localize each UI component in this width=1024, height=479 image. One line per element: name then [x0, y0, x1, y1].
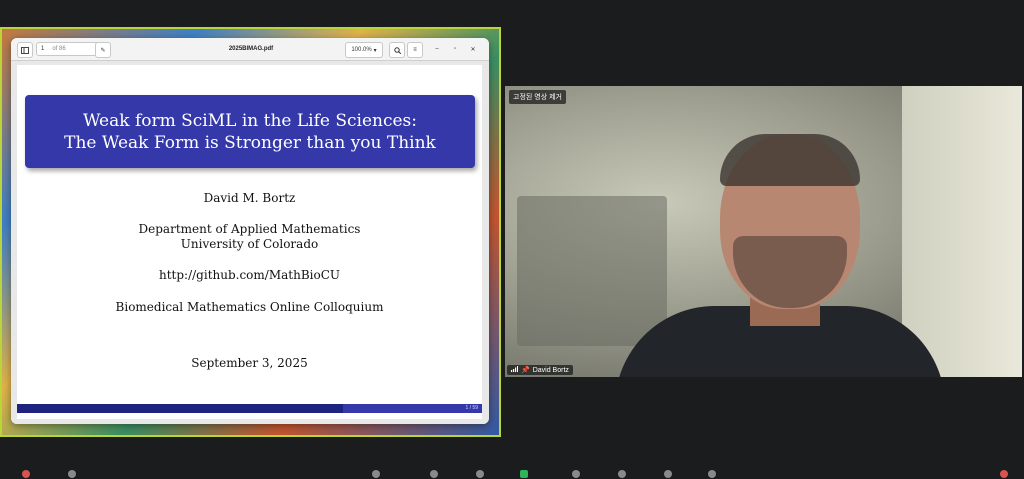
annotate-pen-icon[interactable]: ✎ — [95, 42, 111, 58]
more-icon[interactable] — [708, 470, 716, 478]
ai-companion-icon[interactable] — [572, 470, 580, 478]
apps-icon[interactable] — [618, 470, 626, 478]
participant-video[interactable]: 고정된 영상 제거 📌 David Bortz — [505, 86, 1022, 377]
remove-pin-button[interactable]: 고정된 영상 제거 — [509, 90, 566, 104]
minimize-button[interactable]: – — [431, 42, 443, 56]
document-canvas[interactable]: Weak form SciML in the Life Sciences: Th… — [11, 61, 489, 424]
slide-footer: 1 / 59 — [17, 404, 482, 413]
slide-title-box: Weak form SciML in the Life Sciences: Th… — [25, 95, 475, 168]
person-hair — [720, 134, 860, 186]
search-icon[interactable] — [389, 42, 405, 58]
footer-progress-bar — [17, 404, 343, 413]
hamburger-menu-icon[interactable]: ≡ — [407, 42, 423, 58]
close-button[interactable]: ✕ — [467, 42, 479, 56]
slide-title-line2: The Weak Form is Stronger than you Think — [64, 132, 436, 153]
page-total: of 86 — [52, 46, 66, 52]
zoom-select[interactable]: 100.0% ▾ — [345, 42, 383, 58]
pdf-toolbar: 1 of 86 ✎ 2025BIMAG.pdf 100.0% ▾ ≡ – ▫ ✕ — [11, 38, 489, 61]
zoom-value: 100.0% — [351, 47, 372, 53]
signal-bars-icon — [511, 366, 518, 374]
share-screen-icon[interactable] — [520, 470, 528, 478]
meeting-controls-bar — [0, 470, 1024, 479]
slide-page: Weak form SciML in the Life Sciences: Th… — [17, 65, 482, 419]
maximize-button[interactable]: ▫ — [449, 42, 461, 56]
slide-page-indicator: 1 / 59 — [343, 404, 482, 413]
participant-name: David Bortz — [532, 366, 569, 374]
slide-title-line1: Weak form SciML in the Life Sciences: — [82, 110, 418, 131]
mute-icon[interactable] — [22, 470, 30, 478]
video-icon[interactable] — [68, 470, 76, 478]
page-number-field[interactable]: 1 of 86 — [36, 42, 100, 56]
background-shelf — [517, 196, 667, 346]
sidebar-toggle-icon[interactable] — [17, 42, 33, 58]
slide-university: University of Colorado — [180, 237, 319, 251]
page-number-value: 1 — [41, 46, 45, 52]
slide-author: David M. Bortz — [203, 191, 296, 205]
background-wall — [902, 86, 1022, 377]
pdf-viewer-window: 1 of 86 ✎ 2025BIMAG.pdf 100.0% ▾ ≡ – ▫ ✕… — [11, 38, 489, 424]
chevron-down-icon: ▾ — [373, 47, 377, 54]
slide-url: http://github.com/MathBioCU — [158, 268, 340, 282]
chat-icon[interactable] — [430, 470, 438, 478]
leave-icon[interactable] — [1000, 470, 1008, 478]
slide-event: Biomedical Mathematics Online Colloquium — [115, 300, 384, 314]
react-icon[interactable] — [476, 470, 484, 478]
participant-name-tag: 📌 David Bortz — [507, 365, 573, 375]
document-title: 2025BIMAG.pdf — [228, 46, 274, 52]
slide-date: September 3, 2025 — [191, 356, 308, 370]
participants-icon[interactable] — [372, 470, 380, 478]
record-icon[interactable] — [664, 470, 672, 478]
pin-icon: 📌 — [521, 367, 530, 374]
slide-department: Department of Applied Mathematics — [138, 222, 361, 236]
